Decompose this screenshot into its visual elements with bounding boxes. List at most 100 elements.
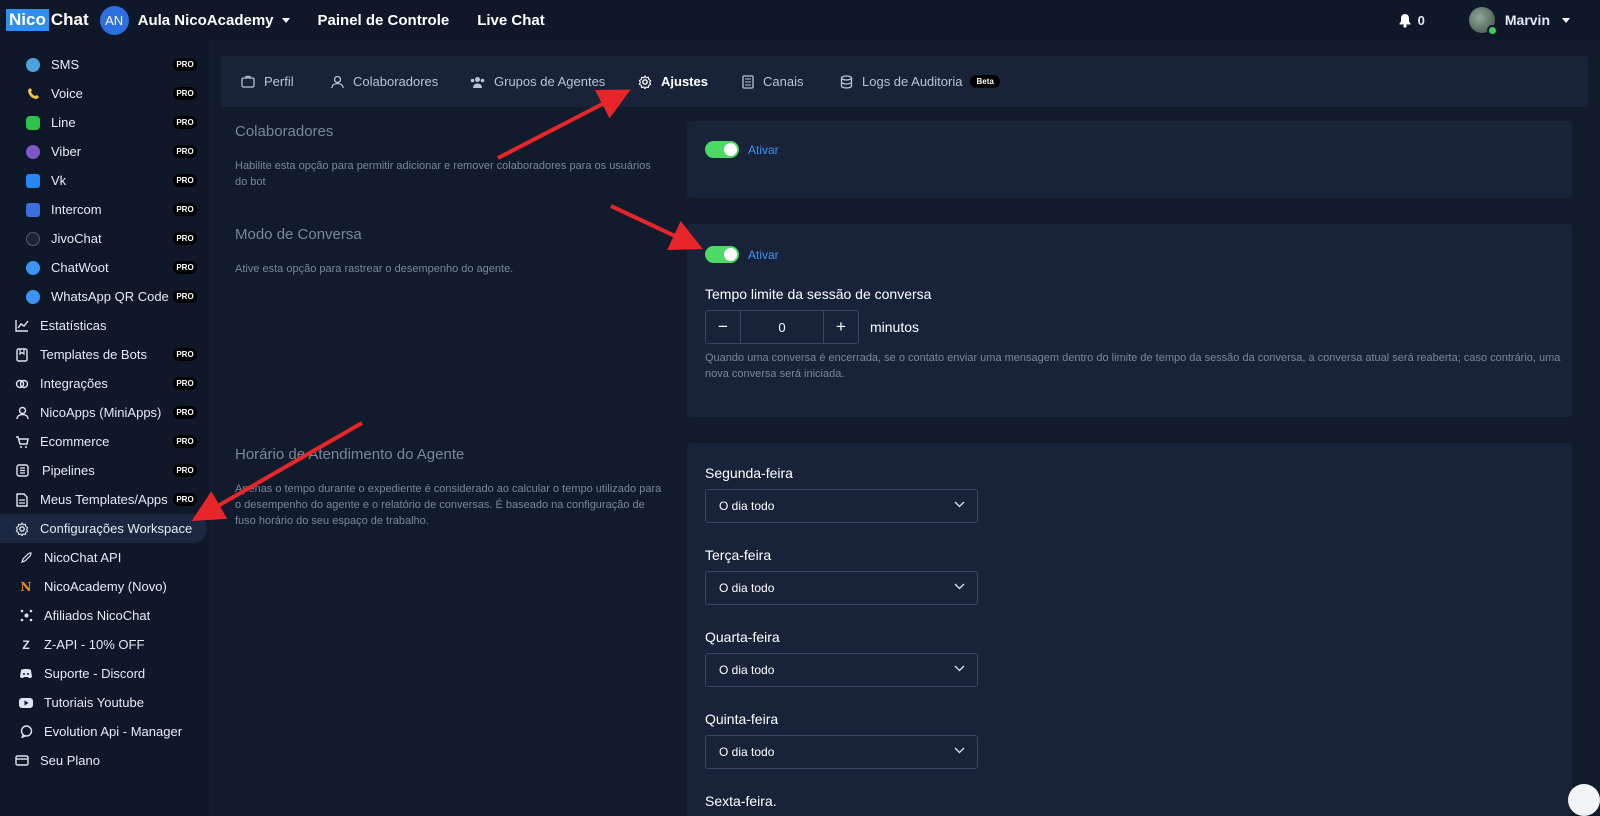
intercom-icon <box>25 202 41 218</box>
sidebar-item-whatsapp-qr-code[interactable]: WhatsApp QR Code PRO <box>0 282 209 311</box>
sidebar-item-z-api[interactable]: Z Z-API - 10% OFF <box>0 630 209 659</box>
sidebar-item-suporte-discord[interactable]: Suporte - Discord <box>0 659 209 688</box>
sidebar-item-pipelines[interactable]: Pipelines PRO <box>0 456 209 485</box>
sidebar-item-vk[interactable]: Vk PRO <box>0 166 209 195</box>
user-menu[interactable]: Marvin <box>1468 7 1570 36</box>
beta-badge: Beta <box>970 75 1000 88</box>
sidebar-item-afiliados[interactable]: Afiliados NicoChat <box>0 601 209 630</box>
tab-logs-de-auditoria[interactable]: Logs de Auditoria Beta <box>840 56 1000 107</box>
pro-badge: PRO <box>173 290 197 303</box>
chevron-down-icon[interactable] <box>281 17 290 23</box>
avatar <box>1468 7 1498 36</box>
sidebar-item-chatwoot[interactable]: ChatWoot PRO <box>0 253 209 282</box>
nicochat-logo[interactable]: Nico Chat <box>6 9 91 31</box>
youtube-icon <box>18 695 34 711</box>
section-desc-modo-de-conversa: Ative esta opção para rastrear o desempe… <box>235 263 514 275</box>
phone-icon <box>25 86 41 102</box>
sidebar-item-intercom[interactable]: Intercom PRO <box>0 195 209 224</box>
colaboradores-toggle[interactable] <box>705 141 739 158</box>
sidebar-item-sms[interactable]: SMS PRO <box>0 50 209 79</box>
database-icon <box>840 74 853 89</box>
jivochat-icon <box>25 231 41 247</box>
notifications-button[interactable]: 0 <box>1398 13 1425 28</box>
pro-badge: PRO <box>173 406 197 419</box>
gear-icon <box>14 521 30 537</box>
sidebar-item-estatisticas[interactable]: Estatísticas <box>0 311 209 340</box>
pro-badge: PRO <box>173 232 197 245</box>
annotation-arrow <box>610 204 703 250</box>
modo-de-conversa-toggle[interactable] <box>705 246 739 263</box>
bookmark-icon <box>14 347 30 363</box>
workspace-avatar[interactable]: AN <box>99 5 129 35</box>
pro-badge: PRO <box>173 174 197 187</box>
whatsapp-icon <box>25 289 41 305</box>
sidebar-item-seu-plano[interactable]: Seu Plano <box>0 746 209 775</box>
chevron-down-icon <box>1562 17 1570 23</box>
discord-icon <box>18 666 34 682</box>
sidebar: SMS PRO Voice PRO Line PRO Viber PRO Vk … <box>0 40 209 816</box>
tab-canais[interactable]: Canais <box>742 56 803 107</box>
tab-grupos-de-agentes[interactable]: Grupos de Agentes <box>470 56 605 107</box>
toggle-label: Ativar <box>748 142 779 157</box>
sidebar-item-jivochat[interactable]: JivoChat PRO <box>0 224 209 253</box>
day-select-quinta[interactable]: O dia todo <box>705 735 978 769</box>
day-select-segunda[interactable]: O dia todo <box>705 489 978 523</box>
pro-badge: PRO <box>173 261 197 274</box>
day-select-quarta[interactable]: O dia todo <box>705 653 978 687</box>
pro-badge: PRO <box>173 58 197 71</box>
chatwoot-icon <box>25 260 41 276</box>
tab-colaboradores[interactable]: Colaboradores <box>331 56 438 107</box>
section-desc-horario-atendimento: Apenas o tempo durante o expediente é co… <box>235 483 662 527</box>
increment-button[interactable]: + <box>824 311 858 343</box>
pro-badge: PRO <box>173 464 197 477</box>
chevron-down-icon <box>954 747 965 754</box>
sidebar-item-evolution-api[interactable]: Evolution Api - Manager <box>0 717 209 746</box>
sidebar-item-meus-templates[interactable]: Meus Templates/Apps PRO <box>0 485 209 514</box>
decrement-button[interactable]: − <box>706 311 740 343</box>
chevron-down-icon <box>954 501 965 508</box>
sidebar-item-ecommerce[interactable]: Ecommerce PRO <box>0 427 209 456</box>
pro-badge: PRO <box>173 348 197 361</box>
sidebar-item-templates-de-bots[interactable]: Templates de Bots PRO <box>0 340 209 369</box>
sidebar-item-line[interactable]: Line PRO <box>0 108 209 137</box>
timeout-stepper: − 0 + <box>705 310 859 344</box>
sidebar-item-viber[interactable]: Viber PRO <box>0 137 209 166</box>
sidebar-item-nicoapps[interactable]: NicoApps (MiniApps) PRO <box>0 398 209 427</box>
card-icon <box>14 753 30 769</box>
user-icon <box>14 405 30 421</box>
workspace-name[interactable]: Aula NicoAcademy <box>138 12 274 29</box>
sidebar-item-tutoriais-youtube[interactable]: Tutoriais Youtube <box>0 688 209 717</box>
network-icon <box>18 608 34 624</box>
nav-painel-de-controle[interactable]: Painel de Controle <box>318 12 450 29</box>
timeout-unit: minutos <box>870 319 920 335</box>
day-select-terca[interactable]: O dia todo <box>705 571 978 605</box>
chat-widget-button[interactable] <box>1568 784 1600 816</box>
modo-de-conversa-card: Ativar Tempo limite da sessão de convers… <box>687 224 1572 417</box>
pro-badge: PRO <box>173 493 197 506</box>
section-title-colaboradores: Colaboradores <box>235 123 334 140</box>
viber-icon <box>25 144 41 160</box>
nav-live-chat[interactable]: Live Chat <box>477 12 545 29</box>
tab-perfil[interactable]: Perfil <box>241 56 294 107</box>
pro-badge: PRO <box>173 203 197 216</box>
section-title-horario-atendimento: Horário de Atendimento do Agente <box>235 446 465 463</box>
user-name: Marvin <box>1504 12 1550 28</box>
timeout-input[interactable]: 0 <box>740 311 824 343</box>
sidebar-item-voice[interactable]: Voice PRO <box>0 79 209 108</box>
top-bar: Nico Chat AN Aula NicoAcademy Painel de C… <box>0 0 1600 40</box>
sms-icon <box>25 57 41 73</box>
bell-icon <box>1399 13 1411 28</box>
sidebar-item-configuracoes-workspace[interactable]: Configurações Workspace <box>0 514 207 543</box>
line-icon <box>25 115 41 131</box>
day-label-terca: Terça-feira <box>705 547 772 563</box>
tab-ajustes[interactable]: Ajustes <box>638 56 708 107</box>
pipeline-icon <box>14 463 30 479</box>
sidebar-item-nicoacademy[interactable]: N NicoAcademy (Novo) <box>0 572 209 601</box>
sidebar-item-nicochat-api[interactable]: NicoChat API <box>0 543 209 572</box>
sidebar-item-integracoes[interactable]: Integrações PRO <box>0 369 209 398</box>
pro-badge: PRO <box>173 87 197 100</box>
document-icon <box>742 74 754 89</box>
day-label-sexta: Sexta-feira. <box>705 793 777 809</box>
pro-badge: PRO <box>173 116 197 129</box>
pro-badge: PRO <box>173 145 197 158</box>
